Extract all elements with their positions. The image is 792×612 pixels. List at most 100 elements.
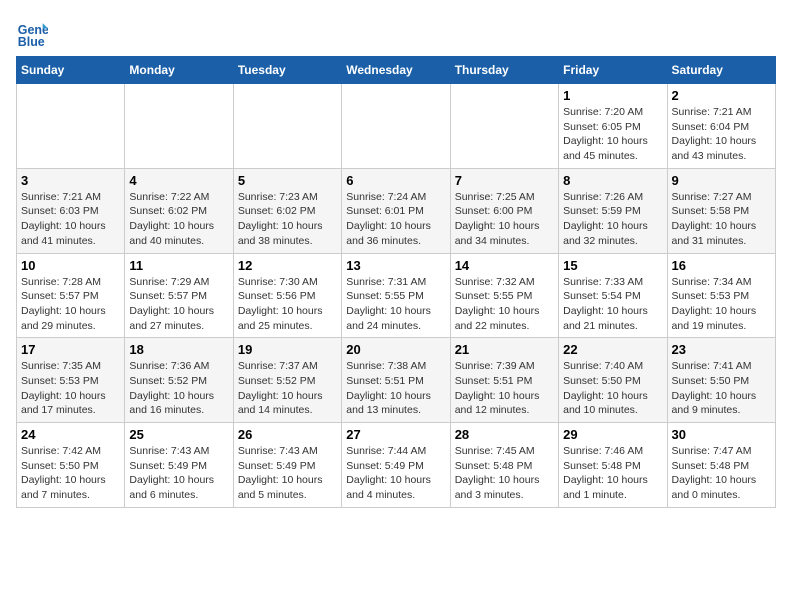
day-number: 29 xyxy=(563,427,662,442)
day-number: 8 xyxy=(563,173,662,188)
day-info: Sunrise: 7:40 AM Sunset: 5:50 PM Dayligh… xyxy=(563,359,662,418)
calendar-cell xyxy=(342,84,450,169)
day-number: 18 xyxy=(129,342,228,357)
day-info: Sunrise: 7:29 AM Sunset: 5:57 PM Dayligh… xyxy=(129,275,228,334)
day-number: 16 xyxy=(672,258,771,273)
calendar-cell: 11 Sunrise: 7:29 AM Sunset: 5:57 PM Dayli… xyxy=(125,253,233,338)
day-number: 20 xyxy=(346,342,445,357)
calendar-week-5: 24 Sunrise: 7:42 AM Sunset: 5:50 PM Dayli… xyxy=(17,423,776,508)
day-info: Sunrise: 7:45 AM Sunset: 5:48 PM Dayligh… xyxy=(455,444,554,503)
calendar-cell: 6Sunrise: 7:24 AM Sunset: 6:01 PM Daylig… xyxy=(342,168,450,253)
calendar-cell: 4 Sunrise: 7:22 AM Sunset: 6:02 PM Daylig… xyxy=(125,168,233,253)
calendar-cell: 26 Sunrise: 7:43 AM Sunset: 5:49 PM Dayli… xyxy=(233,423,341,508)
day-info: Sunrise: 7:22 AM Sunset: 6:02 PM Dayligh… xyxy=(129,190,228,249)
day-info: Sunrise: 7:27 AM Sunset: 5:58 PM Dayligh… xyxy=(672,190,771,249)
day-number: 26 xyxy=(238,427,337,442)
day-info: Sunrise: 7:31 AM Sunset: 5:55 PM Dayligh… xyxy=(346,275,445,334)
logo-icon: General Blue xyxy=(16,16,48,48)
logo: General Blue xyxy=(16,16,48,48)
calendar-cell: 19 Sunrise: 7:37 AM Sunset: 5:52 PM Dayli… xyxy=(233,338,341,423)
day-number: 28 xyxy=(455,427,554,442)
day-info: Sunrise: 7:47 AM Sunset: 5:48 PM Dayligh… xyxy=(672,444,771,503)
day-header-saturday: Saturday xyxy=(667,57,775,84)
day-info: Sunrise: 7:21 AM Sunset: 6:04 PM Dayligh… xyxy=(672,105,771,164)
day-info: Sunrise: 7:37 AM Sunset: 5:52 PM Dayligh… xyxy=(238,359,337,418)
day-info: Sunrise: 7:46 AM Sunset: 5:48 PM Dayligh… xyxy=(563,444,662,503)
calendar-cell: 15 Sunrise: 7:33 AM Sunset: 5:54 PM Dayli… xyxy=(559,253,667,338)
day-info: Sunrise: 7:30 AM Sunset: 5:56 PM Dayligh… xyxy=(238,275,337,334)
day-number: 1 xyxy=(563,88,662,103)
calendar-cell: 28 Sunrise: 7:45 AM Sunset: 5:48 PM Dayli… xyxy=(450,423,558,508)
calendar-cell: 18 Sunrise: 7:36 AM Sunset: 5:52 PM Dayli… xyxy=(125,338,233,423)
calendar-cell xyxy=(17,84,125,169)
calendar-cell: 2 Sunrise: 7:21 AM Sunset: 6:04 PM Daylig… xyxy=(667,84,775,169)
calendar-cell: 9 Sunrise: 7:27 AM Sunset: 5:58 PM Daylig… xyxy=(667,168,775,253)
calendar-cell: 14 Sunrise: 7:32 AM Sunset: 5:55 PM Dayli… xyxy=(450,253,558,338)
day-info: Sunrise: 7:20 AM Sunset: 6:05 PM Dayligh… xyxy=(563,105,662,164)
calendar-cell xyxy=(450,84,558,169)
day-info: Sunrise: 7:38 AM Sunset: 5:51 PM Dayligh… xyxy=(346,359,445,418)
calendar-cell: 8 Sunrise: 7:26 AM Sunset: 5:59 PM Daylig… xyxy=(559,168,667,253)
page-header: General Blue xyxy=(16,16,776,48)
calendar-cell: 23 Sunrise: 7:41 AM Sunset: 5:50 PM Dayli… xyxy=(667,338,775,423)
calendar-cell: 12 Sunrise: 7:30 AM Sunset: 5:56 PM Dayli… xyxy=(233,253,341,338)
day-number: 10 xyxy=(21,258,120,273)
day-info: Sunrise: 7:23 AM Sunset: 6:02 PM Dayligh… xyxy=(238,190,337,249)
day-info: Sunrise: 7:33 AM Sunset: 5:54 PM Dayligh… xyxy=(563,275,662,334)
day-info: Sunrise: 7:43 AM Sunset: 5:49 PM Dayligh… xyxy=(238,444,337,503)
day-info: Sunrise: 7:43 AM Sunset: 5:49 PM Dayligh… xyxy=(129,444,228,503)
calendar-header-row: SundayMondayTuesdayWednesdayThursdayFrid… xyxy=(17,57,776,84)
calendar-cell xyxy=(233,84,341,169)
calendar-cell: 22 Sunrise: 7:40 AM Sunset: 5:50 PM Dayli… xyxy=(559,338,667,423)
day-number: 7 xyxy=(455,173,554,188)
day-info: Sunrise: 7:36 AM Sunset: 5:52 PM Dayligh… xyxy=(129,359,228,418)
calendar-cell: 7 Sunrise: 7:25 AM Sunset: 6:00 PM Daylig… xyxy=(450,168,558,253)
day-info: Sunrise: 7:42 AM Sunset: 5:50 PM Dayligh… xyxy=(21,444,120,503)
calendar-cell: 27 Sunrise: 7:44 AM Sunset: 5:49 PM Dayli… xyxy=(342,423,450,508)
day-info: Sunrise: 7:35 AM Sunset: 5:53 PM Dayligh… xyxy=(21,359,120,418)
day-info: Sunrise: 7:34 AM Sunset: 5:53 PM Dayligh… xyxy=(672,275,771,334)
day-info: Sunrise: 7:32 AM Sunset: 5:55 PM Dayligh… xyxy=(455,275,554,334)
day-number: 30 xyxy=(672,427,771,442)
day-number: 15 xyxy=(563,258,662,273)
day-number: 27 xyxy=(346,427,445,442)
day-number: 3 xyxy=(21,173,120,188)
day-number: 14 xyxy=(455,258,554,273)
calendar-table: SundayMondayTuesdayWednesdayThursdayFrid… xyxy=(16,56,776,508)
day-header-thursday: Thursday xyxy=(450,57,558,84)
day-number: 22 xyxy=(563,342,662,357)
day-number: 19 xyxy=(238,342,337,357)
day-info: Sunrise: 7:21 AM Sunset: 6:03 PM Dayligh… xyxy=(21,190,120,249)
day-number: 4 xyxy=(129,173,228,188)
calendar-cell: 25 Sunrise: 7:43 AM Sunset: 5:49 PM Dayli… xyxy=(125,423,233,508)
calendar-week-3: 10 Sunrise: 7:28 AM Sunset: 5:57 PM Dayli… xyxy=(17,253,776,338)
day-number: 2 xyxy=(672,88,771,103)
day-info: Sunrise: 7:39 AM Sunset: 5:51 PM Dayligh… xyxy=(455,359,554,418)
calendar-cell: 10 Sunrise: 7:28 AM Sunset: 5:57 PM Dayli… xyxy=(17,253,125,338)
calendar-cell: 30 Sunrise: 7:47 AM Sunset: 5:48 PM Dayli… xyxy=(667,423,775,508)
day-header-monday: Monday xyxy=(125,57,233,84)
calendar-cell: 29 Sunrise: 7:46 AM Sunset: 5:48 PM Dayli… xyxy=(559,423,667,508)
day-header-friday: Friday xyxy=(559,57,667,84)
day-number: 9 xyxy=(672,173,771,188)
day-info: Sunrise: 7:44 AM Sunset: 5:49 PM Dayligh… xyxy=(346,444,445,503)
calendar-cell: 5 Sunrise: 7:23 AM Sunset: 6:02 PM Daylig… xyxy=(233,168,341,253)
day-info: Sunrise: 7:25 AM Sunset: 6:00 PM Dayligh… xyxy=(455,190,554,249)
calendar-cell: 16 Sunrise: 7:34 AM Sunset: 5:53 PM Dayli… xyxy=(667,253,775,338)
day-number: 11 xyxy=(129,258,228,273)
day-number: 17 xyxy=(21,342,120,357)
calendar-cell: 1 Sunrise: 7:20 AM Sunset: 6:05 PM Daylig… xyxy=(559,84,667,169)
day-number: 5 xyxy=(238,173,337,188)
day-info: Sunrise: 7:26 AM Sunset: 5:59 PM Dayligh… xyxy=(563,190,662,249)
calendar-week-1: 1 Sunrise: 7:20 AM Sunset: 6:05 PM Daylig… xyxy=(17,84,776,169)
day-number: 24 xyxy=(21,427,120,442)
calendar-cell: 17 Sunrise: 7:35 AM Sunset: 5:53 PM Dayli… xyxy=(17,338,125,423)
svg-text:Blue: Blue xyxy=(18,35,45,48)
day-info: Sunrise: 7:41 AM Sunset: 5:50 PM Dayligh… xyxy=(672,359,771,418)
day-number: 12 xyxy=(238,258,337,273)
day-number: 23 xyxy=(672,342,771,357)
day-number: 25 xyxy=(129,427,228,442)
day-number: 13 xyxy=(346,258,445,273)
day-info: Sunrise: 7:28 AM Sunset: 5:57 PM Dayligh… xyxy=(21,275,120,334)
calendar-week-2: 3 Sunrise: 7:21 AM Sunset: 6:03 PM Daylig… xyxy=(17,168,776,253)
